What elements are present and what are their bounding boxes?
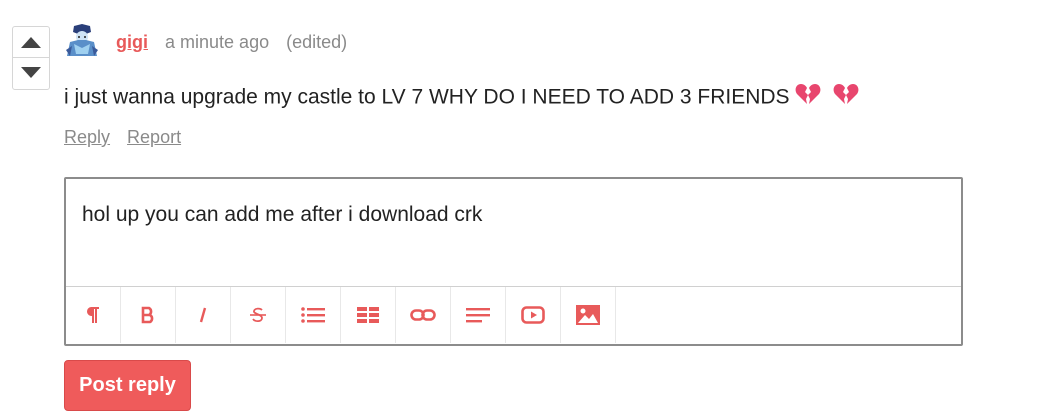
strikethrough-button[interactable] [231, 287, 286, 343]
edited-label: (edited) [286, 32, 348, 52]
triangle-down-icon [21, 67, 41, 78]
comment-meta: gigi a minute ago (edited) [116, 30, 347, 54]
editor-toolbar [66, 286, 961, 343]
link-button[interactable] [396, 287, 451, 343]
paragraph-button[interactable] [66, 287, 121, 343]
italic-icon [197, 306, 209, 324]
bold-icon [141, 306, 155, 324]
image-icon [576, 305, 600, 325]
bold-button[interactable] [121, 287, 176, 343]
upvote-button[interactable] [13, 27, 49, 57]
italic-button[interactable] [176, 287, 231, 343]
avatar[interactable] [64, 22, 100, 60]
video-icon [521, 306, 545, 324]
bullet-list-button[interactable] [286, 287, 341, 343]
align-icon [466, 307, 490, 323]
link-icon [410, 308, 436, 322]
reply-textarea[interactable] [66, 179, 961, 285]
comment-text: i just wanna upgrade my castle to LV 7 W… [64, 85, 790, 109]
author-link[interactable]: gigi [116, 32, 148, 52]
reply-link[interactable]: Reply [64, 127, 110, 147]
comment-body: i just wanna upgrade my castle to LV 7 W… [64, 82, 859, 114]
strikethrough-icon [249, 306, 267, 324]
triangle-up-icon [21, 37, 41, 48]
reply-editor [64, 177, 963, 346]
vote-widget [12, 26, 50, 90]
video-button[interactable] [506, 287, 561, 343]
bullet-list-icon [301, 307, 325, 323]
table-button[interactable] [341, 287, 396, 343]
timestamp: a minute ago [165, 32, 270, 52]
report-link[interactable]: Report [127, 127, 181, 147]
comment-actions: Reply Report [64, 125, 193, 149]
image-button[interactable] [561, 287, 616, 343]
broken-heart-icon [833, 82, 859, 114]
post-reply-button[interactable]: Post reply [64, 360, 191, 411]
table-icon [357, 307, 379, 323]
align-button[interactable] [451, 287, 506, 343]
downvote-button[interactable] [13, 58, 49, 88]
paragraph-icon [85, 306, 101, 324]
broken-heart-icon [795, 82, 821, 114]
